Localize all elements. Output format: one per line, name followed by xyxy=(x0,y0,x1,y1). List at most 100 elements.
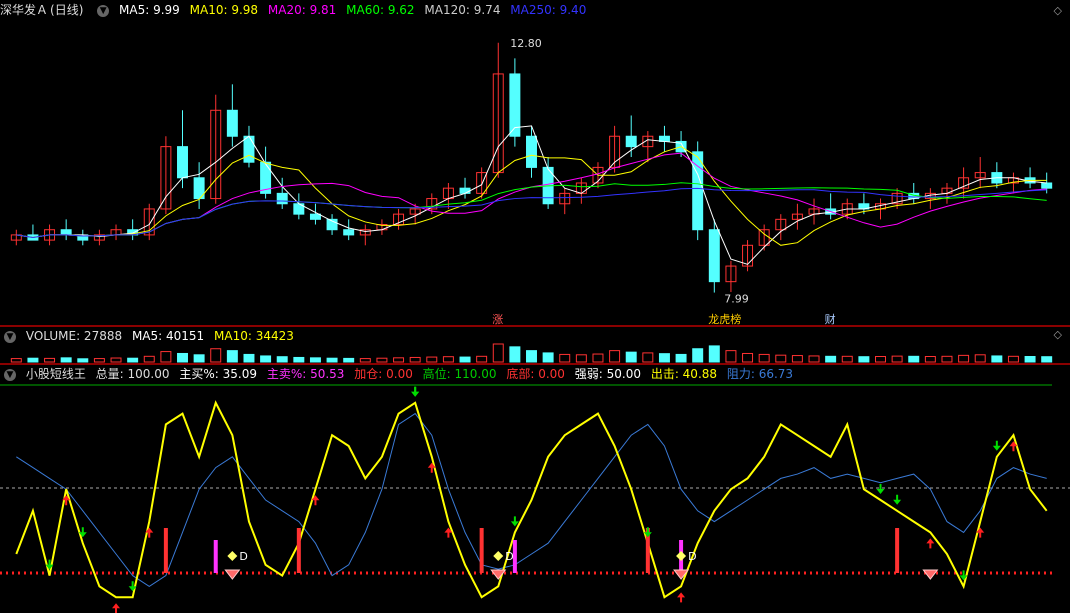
d-signal-label: D xyxy=(505,550,513,563)
volume-ma5: MA5: 40151 xyxy=(131,329,205,343)
volume-bar xyxy=(160,351,172,363)
candle-body xyxy=(243,135,255,163)
chevron-down-icon[interactable]: ▼ xyxy=(4,330,16,343)
add-position-bar xyxy=(163,528,168,573)
volume-bar xyxy=(825,355,837,363)
add-position-bar xyxy=(479,528,484,573)
volume-bar xyxy=(243,353,255,363)
volume-bar xyxy=(1041,356,1053,363)
up-arrow-icon xyxy=(112,603,121,613)
volume-bar xyxy=(958,354,970,363)
volume-bar xyxy=(276,356,288,363)
candle-body xyxy=(625,135,637,148)
volume-bar xyxy=(177,352,188,363)
volume-bar xyxy=(775,354,787,363)
ma60-value: MA60: 9.62 xyxy=(346,3,415,17)
period-label[interactable]: (日线) xyxy=(50,3,83,17)
volume-bar xyxy=(509,346,521,363)
volume-bar xyxy=(476,355,488,363)
candle-body xyxy=(459,187,471,194)
volume-bar xyxy=(1007,355,1019,363)
d-signal-label: D xyxy=(239,550,247,563)
volume-bar xyxy=(708,345,720,363)
volume-bar xyxy=(758,353,770,363)
volume-bar xyxy=(1024,356,1036,363)
volume-value: VOLUME: 27888 xyxy=(25,329,123,343)
volume-bar xyxy=(193,354,205,363)
volume-bar xyxy=(791,355,803,363)
volume-bar xyxy=(27,357,39,363)
candle-body xyxy=(1041,182,1053,189)
volume-bar xyxy=(343,357,355,363)
volume-bar xyxy=(359,358,371,363)
chevron-down-icon[interactable]: ▼ xyxy=(97,4,110,17)
volume-bar xyxy=(742,352,754,363)
high-price-label: 12.80 xyxy=(510,37,542,50)
volume-bar xyxy=(625,351,637,363)
volume-bar xyxy=(492,343,504,363)
volume-bar xyxy=(376,357,388,363)
indicator-bottom: 底部: 0.00 xyxy=(506,367,565,381)
volume-bar xyxy=(991,355,1003,363)
main-sell-bar xyxy=(213,540,218,573)
down-arrow-icon xyxy=(876,484,885,494)
volume-bar xyxy=(858,356,870,363)
volume-bar xyxy=(575,354,587,363)
ma5-value: MA5: 9.99 xyxy=(119,3,180,17)
chart-canvas: 12.807.99涨 龙虎榜 财D D D xyxy=(0,37,1070,613)
up-arrow-icon xyxy=(926,538,935,549)
down-arrow-icon xyxy=(893,494,902,505)
indicator-high: 高位: 110.00 xyxy=(422,367,497,381)
volume-bar xyxy=(309,357,321,363)
main-chart-header: 深华发Ａ (日线) ▼ MA5: 9.99 MA10: 9.98 MA20: 9.… xyxy=(0,2,1070,18)
indicator-sell: 主卖%: 50.53 xyxy=(266,367,345,381)
candle-body xyxy=(177,146,188,179)
ma20-value: MA20: 9.81 xyxy=(267,3,337,17)
volume-bar xyxy=(941,355,953,363)
volume-bar xyxy=(675,353,687,363)
stock-name[interactable]: 深华发Ａ xyxy=(0,3,48,17)
candle-body xyxy=(309,213,321,220)
volume-bar xyxy=(891,355,903,363)
volume-bar xyxy=(260,355,272,363)
volume-bar xyxy=(442,356,454,363)
volume-bar xyxy=(93,358,105,363)
volume-bar xyxy=(127,357,139,363)
candle-body xyxy=(60,229,72,236)
volume-bar xyxy=(459,356,471,363)
volume-bar xyxy=(658,353,670,363)
diamond-icon[interactable]: ◇ xyxy=(1054,328,1062,341)
volume-bar xyxy=(924,356,936,363)
volume-bar xyxy=(44,357,56,363)
candle-body xyxy=(526,135,537,168)
indicator-name[interactable]: 小股短线王 xyxy=(26,367,86,381)
volume-bar xyxy=(110,357,122,363)
candle-body xyxy=(226,109,238,137)
volume-bar xyxy=(210,348,222,363)
d-signal-label: D xyxy=(688,550,696,563)
volume-bar xyxy=(725,350,737,363)
candle-body xyxy=(343,229,355,236)
indicator-buy: 主买%: 35.09 xyxy=(179,367,257,381)
indicator-add: 加仓: 0.00 xyxy=(354,367,413,381)
volume-bar xyxy=(908,355,920,363)
diamond-icon[interactable]: ◇ xyxy=(1054,4,1062,17)
indicator-strike: 出击: 40.88 xyxy=(650,367,718,381)
volume-bar xyxy=(143,355,155,363)
volume-bar xyxy=(526,350,537,363)
volume-bar xyxy=(974,354,986,363)
down-arrow-icon xyxy=(411,386,420,397)
volume-bar xyxy=(609,350,621,363)
ma10-value: MA10: 9.98 xyxy=(189,3,259,17)
volume-bar xyxy=(642,352,654,363)
volume-bar xyxy=(409,356,421,363)
chevron-down-icon[interactable]: ▼ xyxy=(4,368,16,381)
candle-body xyxy=(276,192,288,205)
low-price-label: 7.99 xyxy=(724,293,749,306)
volume-bar xyxy=(592,353,604,363)
main-volume-separator xyxy=(0,325,1070,327)
down-arrow-icon xyxy=(992,440,1001,451)
volume-bar xyxy=(326,357,338,363)
ma120-value: MA120: 9.74 xyxy=(424,3,501,17)
volume-bar xyxy=(10,358,22,363)
